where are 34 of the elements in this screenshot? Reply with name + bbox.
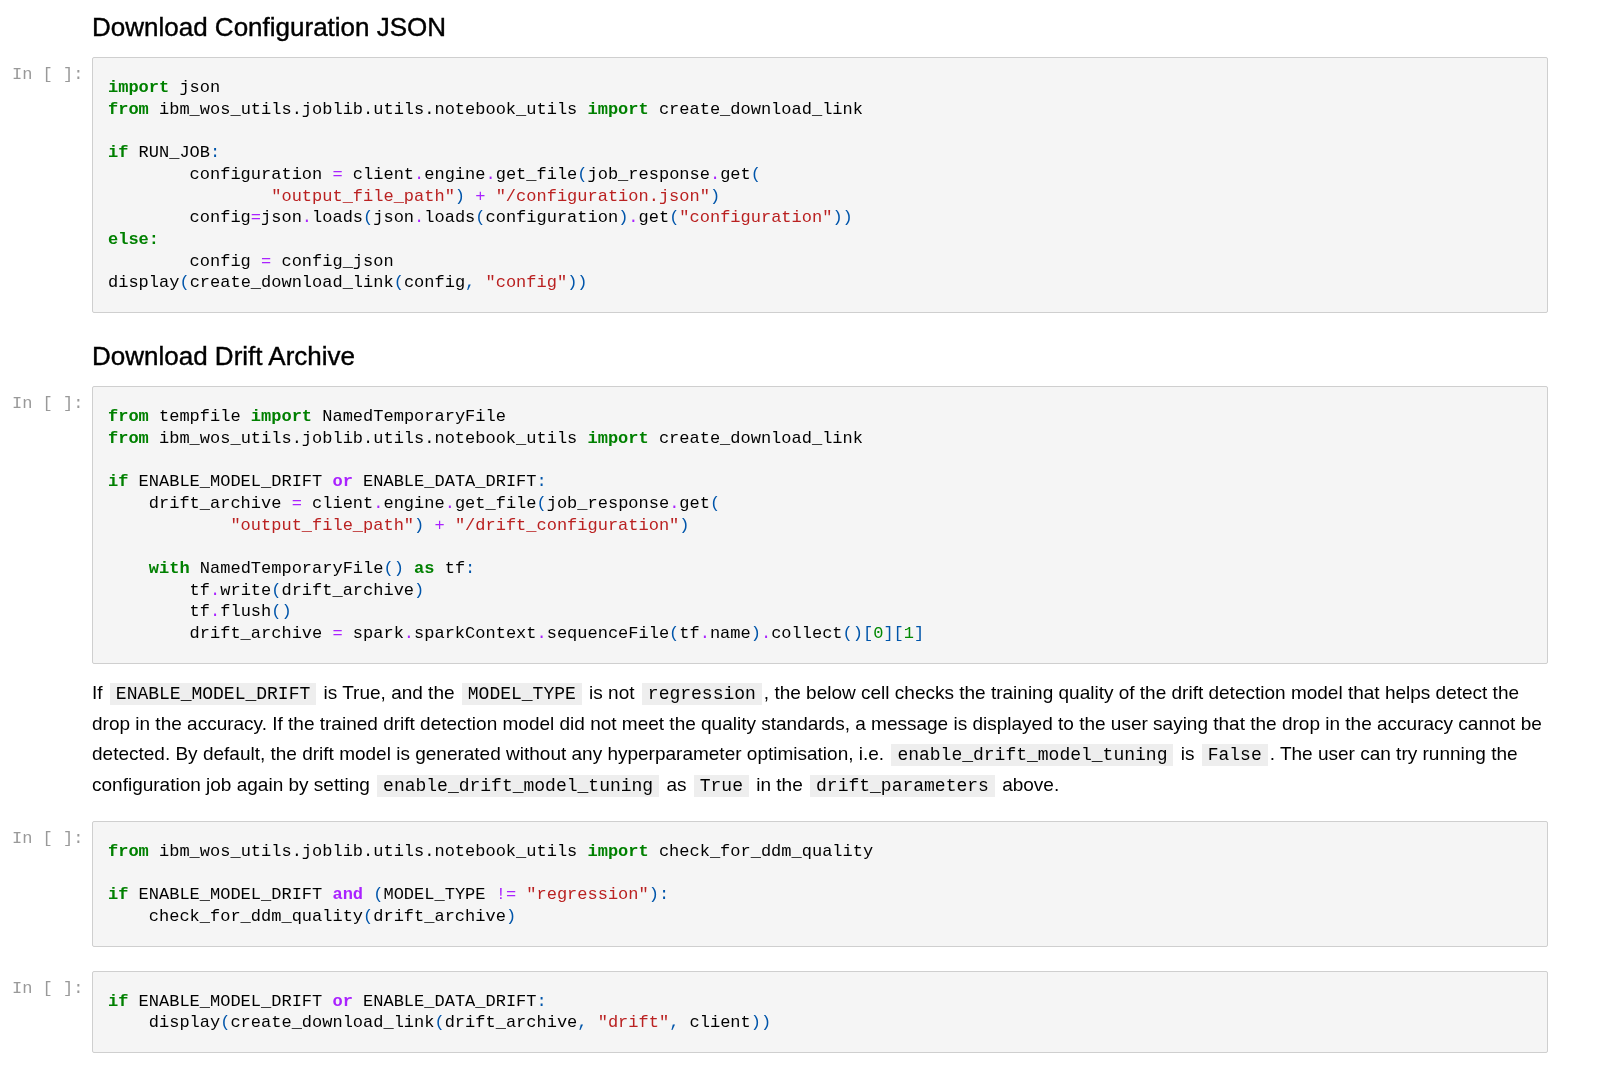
code-line: if ENABLE_MODEL_DRIFT or ENABLE_DATA_DRIFT: (108, 990, 548, 1013)
code-line: config=json.loads(json.loads(configuration).get("configuration")) (188, 207, 854, 229)
code-line: if RUN_JOB: (108, 142, 222, 164)
code-line: from ibm_wos_utils.joblib.utils.notebook_utils import create_download_link (108, 427, 864, 450)
code-line: from ibm_wos_utils.joblib.utils.notebook_utils import create_download_link (108, 98, 864, 121)
code-line: import json (108, 77, 222, 99)
cell-prompt: In [ ]: (12, 64, 85, 84)
code-line: else: (108, 228, 160, 251)
code-line: drift_archive = spark.sparkContext.sequenceFile(tf.name).collect()[0][1] (188, 623, 926, 645)
code-line: tf.flush() (188, 601, 293, 623)
code-line: config = config_json (188, 250, 395, 273)
code-line: display(create_download_link(config, "config")) (108, 272, 589, 294)
section-heading: Download Configuration JSON (92, 11, 448, 44)
code-line: if ENABLE_MODEL_DRIFT and (MODEL_TYPE != "regression"): (108, 884, 671, 906)
cell-prompt: In [ ]: (12, 827, 85, 848)
code-line: "output_file_path") + "/drift_configuration") (229, 514, 691, 537)
code-cell[interactable]: from ibm_wos_utils.joblib.utils.notebook_utils import check_for_ddm_quality if ENABLE_MODEL_DRIFT and (MODEL_TYPE != "regression"): check_for_ddm_quality(drift_archive) (92, 820, 1548, 947)
code-line: "output_file_path") + "/configuration.json") (270, 185, 722, 208)
section-heading: Download Drift Archive (92, 340, 356, 373)
code-cell[interactable] (92, 386, 1548, 664)
code-cell[interactable] (92, 57, 1548, 313)
code-line: from ibm_wos_utils.joblib.utils.notebook_utils import check_for_ddm_quality (108, 840, 875, 863)
code-line: display(create_download_link(drift_archive, "drift", client)) (147, 1012, 773, 1034)
code-line: check_for_ddm_quality(drift_archive) (147, 905, 518, 928)
code-line: from tempfile import NamedTemporaryFile (108, 406, 507, 428)
cell-prompt: In [ ]: (12, 977, 85, 998)
code-line: drift_archive = client.engine.get_file(job_response.get( (147, 492, 722, 515)
code-line: with NamedTemporaryFile() as tf: (147, 557, 477, 580)
code-line: configuration = client.engine.get_file(job_response.get( (188, 163, 762, 186)
cell-prompt: In [ ]: (12, 393, 85, 413)
code-line: if ENABLE_MODEL_DRIFT or ENABLE_DATA_DRIFT: (108, 471, 548, 493)
paragraph: If ENABLE_MODEL_DRIFT is True, and the MODEL_TYPE is not regression , the below cell checks the training quality of the drift detection model that helps detect the drop in the accuracy. If the trained drift detection model did not meet the quality standards, a message is displayed to the user saying that the drop in the accuracy cannot be detected. By default, the drift model is generated without any hyperparameter optimisation, i.e. enable_drift_model_tuning is False . The user can try running the configuration job again by setting enable_drift_model_tuning as True in the drift_parameters above. (92, 680, 1543, 799)
code-line: tf.write(drift_archive) (188, 579, 426, 602)
code-cell[interactable]: if ENABLE_MODEL_DRIFT or ENABLE_DATA_DRIFT: display(create_download_link(drift_archive, "drift", client)) (92, 970, 1548, 1053)
